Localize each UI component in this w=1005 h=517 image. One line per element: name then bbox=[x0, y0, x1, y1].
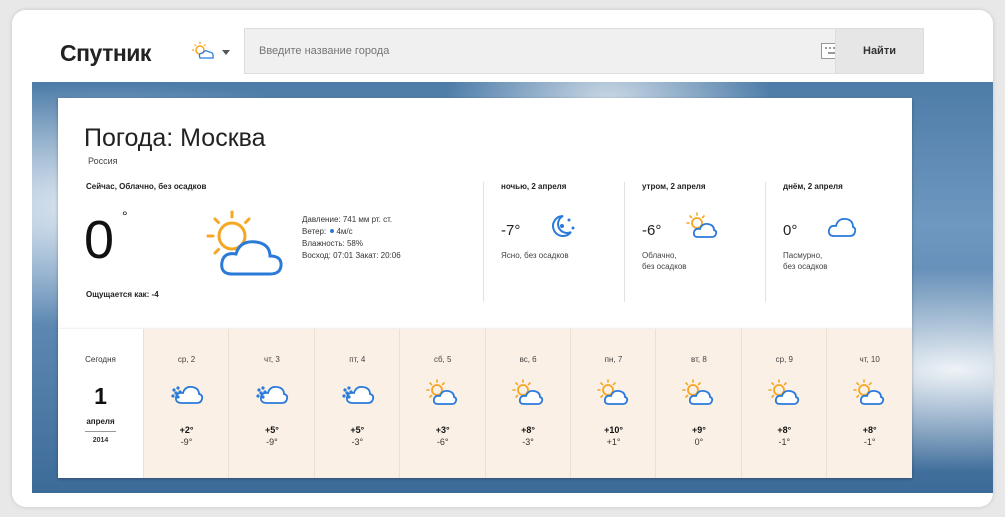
snow-cloud-icon bbox=[341, 379, 375, 412]
forecast-day-name: чт, 10 bbox=[859, 355, 880, 364]
wind-value: 4м/с bbox=[336, 227, 353, 236]
wind-label: Ветер: bbox=[302, 227, 327, 236]
partly-cloudy-icon bbox=[206, 210, 283, 276]
clear-night-icon bbox=[552, 215, 575, 237]
forecast-low-temp: -9° bbox=[266, 437, 278, 447]
forecast-high-temp: +5° bbox=[350, 425, 365, 435]
forecast-low-temp: +1° bbox=[606, 437, 621, 447]
partly-cloudy-icon bbox=[853, 379, 887, 412]
forecast-high-temp: +8° bbox=[777, 425, 792, 435]
forecast-day[interactable]: ср, 2 +2° -9° bbox=[143, 329, 229, 478]
current-conditions-label: Сейчас, Облачно, без осадков bbox=[86, 182, 207, 191]
daypart-label: днём, 2 апреля bbox=[783, 182, 843, 191]
forecast-low-temp: -1° bbox=[863, 437, 876, 447]
divider bbox=[85, 431, 116, 432]
partly-cloudy-icon bbox=[597, 379, 631, 412]
forecast-day[interactable]: пт, 4 +5° -3° bbox=[313, 329, 400, 478]
daypart-temp: -7° bbox=[501, 222, 521, 239]
forecast-day-name: чт, 3 bbox=[263, 355, 280, 364]
daypart-label: ночью, 2 апреля bbox=[501, 182, 567, 191]
forecast-low-temp: 0° bbox=[694, 437, 704, 447]
pressure-text: Давление: 741 мм рт. ст. bbox=[302, 215, 393, 224]
search-bar: Найти bbox=[244, 28, 924, 74]
current-details: Давление: 741 мм рт. ст. Ветер: 4м/с Вла… bbox=[302, 214, 401, 262]
today-date: Сегодня 1 апреля 2014 bbox=[58, 329, 143, 478]
forecast-high-temp: +8° bbox=[862, 425, 877, 435]
site-logo[interactable]: Спутник bbox=[60, 40, 151, 67]
forecast-day-name: вт, 8 bbox=[691, 355, 707, 364]
forecast-high-temp: +8° bbox=[521, 425, 536, 435]
daypart-desc-line: без осадков bbox=[783, 262, 828, 271]
forecast-day[interactable]: вс, 6 +8° -3° bbox=[484, 329, 571, 478]
country-label[interactable]: Россия bbox=[88, 156, 118, 166]
daypart-label: утром, 2 апреля bbox=[642, 182, 706, 191]
forecast-strip: Сегодня 1 апреля 2014 ср, 2 +2° -9° чт, 3 +5… bbox=[58, 329, 913, 478]
daypart-desc-line: без осадков bbox=[642, 262, 687, 271]
daypart-description: Облачно, без осадков bbox=[642, 250, 687, 272]
forecast-low-temp: -3° bbox=[522, 437, 534, 447]
daypart-description: Ясно, без осадков bbox=[501, 250, 569, 261]
sun-text: Восход: 07:01 Закат: 20:06 bbox=[302, 251, 401, 260]
daypart-morning: утром, 2 апреля -6° Облачно, без осадков bbox=[642, 182, 762, 271]
forecast-day[interactable]: ср, 9 +8° -1° bbox=[740, 329, 827, 478]
forecast-day-name: ср, 9 bbox=[775, 355, 793, 364]
divider bbox=[624, 182, 625, 302]
forecast-day[interactable]: сб, 5 +3° -6° bbox=[399, 329, 486, 478]
daypart-temp: -6° bbox=[642, 222, 662, 239]
divider bbox=[765, 182, 766, 302]
top-bar: Спутник Найти bbox=[12, 10, 993, 82]
city-search-input[interactable] bbox=[245, 29, 805, 73]
forecast-high-temp: +2° bbox=[179, 425, 194, 435]
forecast-day[interactable]: чт, 3 +5° -9° bbox=[228, 329, 315, 478]
snow-cloud-icon bbox=[170, 379, 204, 412]
forecast-low-temp: -6° bbox=[436, 437, 449, 447]
today-year: 2014 bbox=[92, 437, 109, 444]
daypart-desc-line: Ясно, без осадков bbox=[501, 251, 569, 260]
browser-frame: Спутник Найти Погода: Москва Россия Сейч… bbox=[12, 10, 993, 507]
daypart-desc-line: Облачно, bbox=[642, 251, 677, 260]
today-day-number: 1 bbox=[94, 383, 107, 409]
current-temperature: 0 bbox=[84, 210, 115, 270]
divider bbox=[483, 182, 484, 302]
forecast-low-temp: -9° bbox=[180, 437, 193, 447]
partly-cloudy-icon bbox=[511, 379, 546, 412]
degree-sign: ° bbox=[122, 208, 128, 224]
wind-direction-icon bbox=[330, 229, 335, 234]
wind-row: Ветер: 4м/с bbox=[302, 226, 401, 238]
forecast-day[interactable]: чт, 10 +8° -1° bbox=[826, 329, 913, 478]
daypart-night: ночью, 2 апреля -7° Ясно, без осадков bbox=[501, 182, 621, 260]
today-month: апреля bbox=[86, 417, 115, 426]
chevron-down-icon[interactable] bbox=[222, 50, 230, 55]
forecast-day-name: ср, 2 bbox=[177, 355, 196, 364]
forecast-day-name: сб, 5 bbox=[433, 355, 452, 364]
forecast-low-temp: -3° bbox=[351, 437, 364, 447]
partly-cloudy-icon bbox=[686, 212, 718, 238]
partly-cloudy-icon bbox=[426, 379, 460, 412]
page-title: Погода: Москва bbox=[84, 124, 266, 152]
forecast-day[interactable]: вт, 8 +9° 0° bbox=[655, 329, 742, 478]
feels-like: Ощущается как: -4 bbox=[86, 290, 159, 299]
forecast-day[interactable]: пн, 7 +10° +1° bbox=[570, 329, 656, 478]
forecast-high-temp: +10° bbox=[604, 425, 623, 435]
forecast-high-temp: +9° bbox=[691, 425, 706, 435]
today-label: Сегодня bbox=[85, 355, 116, 364]
daypart-desc-line: Пасмурно, bbox=[783, 251, 823, 260]
humidity-text: Влажность: 58% bbox=[302, 239, 363, 248]
daypart-description: Пасмурно, без осадков bbox=[783, 250, 828, 272]
daypart-temp: 0° bbox=[783, 222, 798, 239]
daypart-day: днём, 2 апреля 0° Пасмурно, без осадков bbox=[783, 182, 903, 271]
partly-cloudy-icon bbox=[682, 379, 716, 412]
forecast-day-name: вс, 6 bbox=[519, 355, 537, 364]
snow-cloud-icon bbox=[255, 379, 289, 412]
partly-cloudy-icon bbox=[767, 379, 802, 412]
forecast-high-temp: +5° bbox=[264, 425, 279, 435]
find-button[interactable]: Найти bbox=[835, 29, 923, 73]
cloud-icon bbox=[827, 217, 857, 237]
forecast-day-name: пт, 4 bbox=[349, 355, 366, 364]
partly-cloudy-icon bbox=[192, 42, 214, 59]
forecast-day-name: пн, 7 bbox=[604, 355, 623, 364]
current-weather-card: Погода: Москва Россия Сейчас, Облачно, б… bbox=[58, 98, 912, 329]
forecast-low-temp: -1° bbox=[778, 437, 791, 447]
forecast-high-temp: +3° bbox=[435, 425, 450, 435]
